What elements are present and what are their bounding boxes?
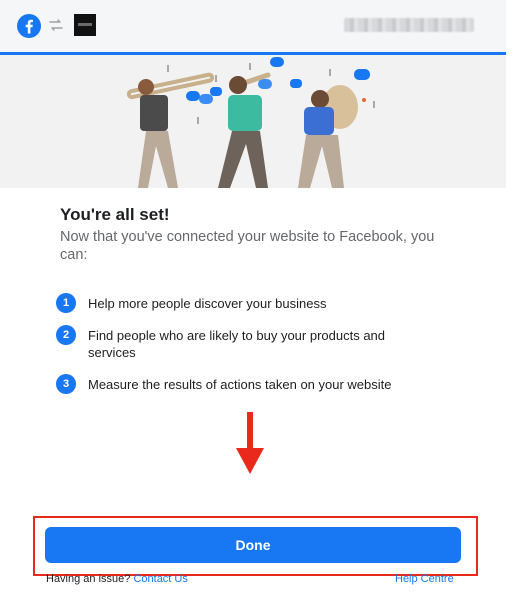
account-name-redacted (344, 18, 474, 32)
marching-band-illustration (126, 57, 375, 188)
help-centre-link[interactable]: Help Centre (395, 573, 454, 585)
trumpet-player-figure (218, 72, 271, 188)
setup-complete-panel: You're all set! Now that you've connecte… (0, 188, 506, 610)
done-button[interactable]: Done (45, 527, 461, 563)
benefit-text: Measure the results of actions taken on … (88, 377, 392, 392)
sync-icon (49, 19, 63, 31)
facebook-logo-icon (17, 14, 41, 38)
page-title: You're all set! (60, 205, 170, 224)
trombone-player-figure (126, 72, 215, 188)
window-edge (506, 0, 516, 610)
issue-prompt: Having an issue? Contact Us (46, 573, 188, 585)
header-bar (0, 0, 506, 52)
website-thumbnail-icon (74, 14, 96, 36)
step-number-badge: 2 (56, 325, 76, 345)
benefit-text: Help more people discover your business (88, 296, 327, 311)
hero-illustration (0, 55, 506, 188)
arrow-down-icon (236, 412, 264, 474)
contact-us-link[interactable]: Contact Us (133, 573, 187, 585)
issue-text: Having an issue? (46, 573, 131, 585)
benefit-text: Find people who are likely to buy your p… (88, 328, 386, 360)
tuba-player-figure (298, 85, 358, 188)
step-number-badge: 1 (56, 293, 76, 313)
page-subtitle: Now that you've connected your website t… (60, 229, 435, 263)
step-number-badge: 3 (56, 374, 76, 394)
